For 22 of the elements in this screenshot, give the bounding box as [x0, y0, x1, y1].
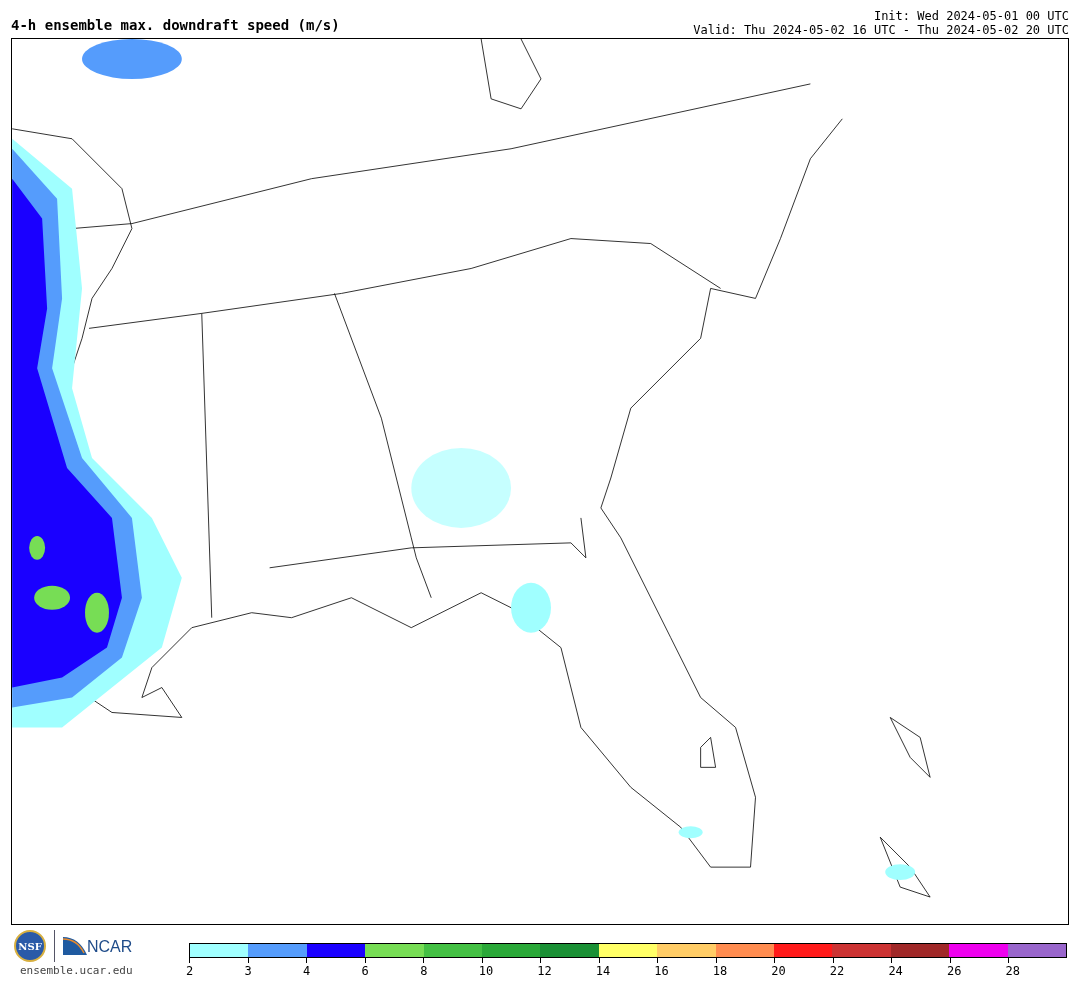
colorbar-label: 20: [771, 964, 786, 978]
valid-time: Valid: Thu 2024-05-02 16 UTC - Thu 2024-05-02 20 UTC: [693, 23, 1069, 37]
colorbar-label: 26: [946, 964, 962, 978]
colorbar-label: 22: [829, 964, 845, 978]
colorbar-label: 28: [1005, 964, 1020, 978]
colorbar-label: 4: [303, 964, 311, 978]
nsf-logo: NSF: [14, 930, 46, 962]
init-time: Init: Wed 2024-05-01 00 UTC: [872, 9, 1069, 23]
colorbar-label: 10: [478, 964, 494, 978]
swoosh-icon: [63, 937, 87, 955]
ncar-logo: NCAR: [87, 939, 133, 955]
plot-title: 4-h ensemble max. downdraft speed (m/s): [11, 17, 340, 35]
colorbar-label: 12: [537, 964, 552, 978]
colorbar-label: 24: [888, 964, 903, 978]
colorbar-label: 6: [361, 964, 369, 978]
website-url: ensemble.ucar.edu: [20, 964, 133, 977]
colorbar-label: 14: [595, 964, 611, 978]
colorbar-label: 2: [186, 964, 194, 978]
colorbar-label: 3: [244, 964, 252, 978]
colorbar-label: 16: [654, 964, 669, 978]
colorbar-label: 18: [712, 964, 728, 978]
colorbar-label: 8: [420, 964, 428, 978]
